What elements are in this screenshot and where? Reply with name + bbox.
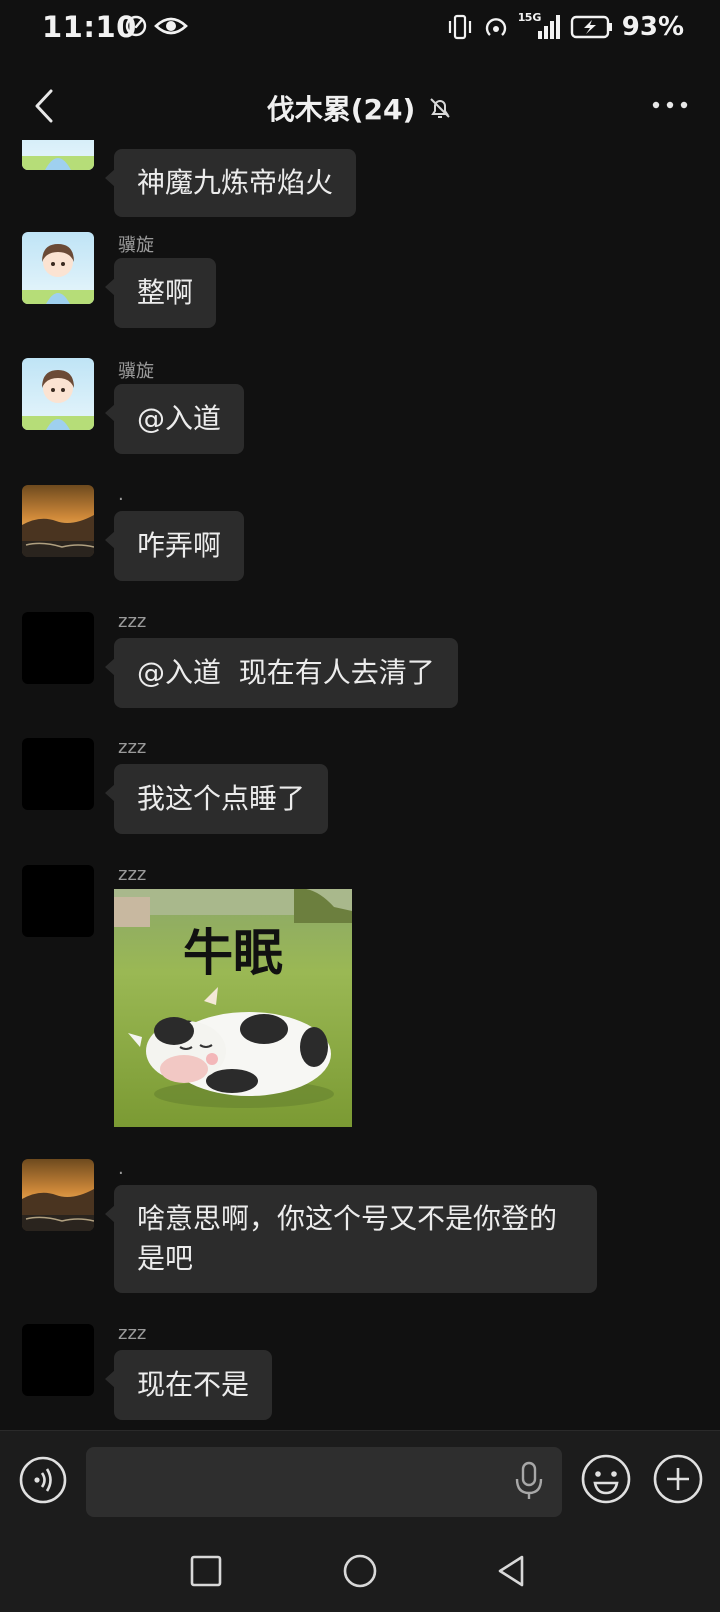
message-bubble[interactable]: @入道 (104, 384, 245, 454)
message-input[interactable] (86, 1447, 562, 1517)
more-dots-icon (652, 101, 688, 109)
avatar[interactable] (22, 140, 94, 170)
input-bar (0, 1430, 720, 1531)
back-nav-button[interactable] (492, 1551, 532, 1591)
message-bubble[interactable]: 啥意思啊，你这个号又不是你登的 是吧 (105, 1185, 597, 1293)
square-icon (190, 1555, 222, 1587)
voice-button[interactable] (18, 1455, 68, 1505)
sticker-caption: 牛眠 (183, 924, 283, 982)
circle-icon (343, 1554, 377, 1588)
avatar[interactable] (22, 1324, 94, 1396)
chat-header: 伐木累(24) (0, 80, 720, 136)
status-bar: 11:10 1 5G 93% (0, 0, 720, 56)
mic-button[interactable] (512, 1461, 546, 1501)
chat-area[interactable]: 神魔九炼帝焰火 骥旋 整啊 骥旋 @入道 . 咋弄啊 zzz @入道 现在有人去… (0, 140, 720, 1430)
title-wrap: 伐木累(24) (0, 88, 720, 128)
avatar[interactable] (22, 358, 94, 430)
status-right: 1 5G 93% (446, 11, 684, 42)
emoji-icon (581, 1454, 631, 1504)
status-time: 11:10 (42, 10, 137, 44)
triangle-back-icon (498, 1555, 524, 1587)
vibrate-icon (448, 14, 471, 40)
more-button[interactable] (650, 90, 690, 120)
message-bubble[interactable]: 神魔九炼帝焰火 (104, 149, 357, 217)
chat-title[interactable]: 伐木累(24) (267, 88, 416, 128)
plus-icon (653, 1454, 703, 1504)
hotspot-icon (485, 18, 506, 36)
sender-name: 骥旋 (118, 361, 154, 382)
recents-button[interactable] (186, 1551, 226, 1591)
home-button[interactable] (340, 1551, 380, 1591)
sender-name: zzz (118, 1323, 147, 1344)
message-bubble[interactable]: 整啊 (104, 258, 217, 328)
message-bubble[interactable]: 咋弄啊 (104, 511, 245, 581)
message-bubble[interactable]: 现在不是 (104, 1350, 273, 1420)
sender-name: . (118, 1158, 124, 1179)
sender-name: zzz (118, 611, 147, 632)
mic-icon (515, 1461, 543, 1499)
bell-muted-icon (430, 98, 450, 118)
status-left-icons (124, 14, 188, 38)
avatar[interactable] (22, 485, 94, 557)
plus-button[interactable] (652, 1453, 704, 1505)
sender-name: . (118, 484, 124, 505)
sender-name: 骥旋 (118, 235, 154, 256)
sender-name: zzz (118, 737, 147, 758)
eye-icon (154, 17, 188, 35)
battery-icon (570, 15, 612, 39)
sticker-image[interactable]: 牛眠 (114, 889, 352, 1127)
system-nav-bar (0, 1531, 720, 1612)
message-line: 啥意思啊，你这个号又不是你登的 (137, 1202, 558, 1235)
sender-name: zzz (118, 864, 147, 885)
message-bubble[interactable]: @入道 现在有人去清了 (105, 638, 458, 708)
emoji-button[interactable] (580, 1453, 632, 1505)
voice-icon (19, 1456, 67, 1504)
avatar[interactable] (22, 232, 94, 304)
avatar[interactable] (22, 1159, 94, 1231)
signal-icon: 1 5G (518, 11, 562, 41)
avatar[interactable] (22, 612, 94, 684)
message-line: 是吧 (137, 1242, 194, 1275)
battery-level: 93% (621, 12, 684, 42)
message-bubble[interactable]: 我这个点睡了 (104, 764, 329, 834)
avatar[interactable] (22, 865, 94, 937)
speed-icon (125, 15, 147, 37)
avatar[interactable] (22, 738, 94, 810)
